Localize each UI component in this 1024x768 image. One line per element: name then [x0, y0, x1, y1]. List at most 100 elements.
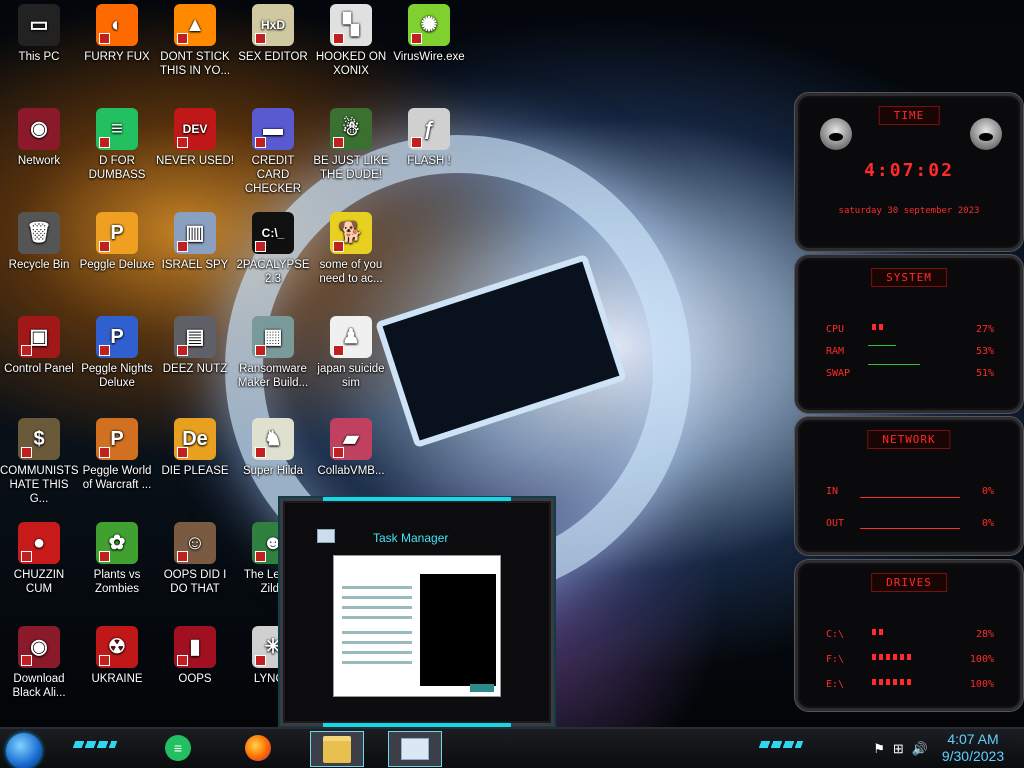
desktop-icon[interactable]: ƒ FLASH !: [390, 108, 468, 168]
taskbar-firefox-button[interactable]: [232, 731, 284, 765]
desktop-icon[interactable]: De DIE PLEASE: [156, 418, 234, 478]
desktop-icon-label: Peggle Deluxe: [79, 259, 155, 271]
network-in-pct: 0%: [981, 486, 994, 497]
desktop-icon[interactable]: P Peggle World of Warcraft ...: [78, 418, 156, 492]
desktop-icon[interactable]: ▬ CREDIT CARD CHECKER: [234, 108, 312, 196]
desktop-icon[interactable]: ☺ OOPS DID I DO THAT: [156, 522, 234, 596]
shortcut-arrow-icon: [177, 345, 188, 356]
desktop-icon-label: Peggle World of Warcraft ...: [82, 465, 152, 491]
start-button[interactable]: [6, 733, 42, 768]
shortcut-arrow-icon: [333, 33, 344, 44]
shortcut-arrow-icon: [21, 447, 32, 458]
folder-icon: [323, 735, 351, 763]
taskbar-file-explorer-button[interactable]: [310, 731, 364, 767]
desktop-icon[interactable]: ♟ japan suicide sim: [312, 316, 390, 390]
network-out-graph: [860, 528, 960, 529]
drive-e-label: E:\: [826, 679, 845, 690]
desktop-icon[interactable]: DEV NEVER USED!: [156, 108, 234, 168]
shortcut-arrow-icon: [333, 447, 344, 458]
gnome-icon: ☃: [330, 108, 372, 150]
desktop-icon[interactable]: ☃ BE JUST LIKE THE DUDE!: [312, 108, 390, 182]
desktop-icon[interactable]: ▦ Ransomware Maker Build...: [234, 316, 312, 390]
desktop-icon[interactable]: 🐕 some of you need to ac...: [312, 212, 390, 286]
ethernet-icon[interactable]: ⊞: [893, 741, 904, 757]
network-error-icon[interactable]: ⚑: [873, 741, 885, 757]
desktop-icon[interactable]: ✿ Plants vs Zombies: [78, 522, 156, 596]
peggle-icon: P: [96, 212, 138, 254]
alien-icon: ◉: [18, 626, 60, 668]
desktop-icon[interactable]: ♞ Super Hilda: [234, 418, 312, 478]
taskbar-time: 4:07 AM: [947, 731, 999, 747]
desktop-icon[interactable]: HxD SEX EDITOR: [234, 4, 312, 64]
money-bag-icon: $: [18, 418, 60, 460]
desktop-icon[interactable]: ✺ VirusWire.exe: [390, 4, 468, 64]
desktop-icon[interactable]: C:\_ 2PACALYPSE 2.3: [234, 212, 312, 286]
task-manager-thumbnail[interactable]: Task Manager: [280, 497, 554, 727]
desktop-icon-label: DEEZ NUTZ: [162, 363, 228, 375]
windows-stack-icon: ▤: [174, 316, 216, 358]
shortcut-arrow-icon: [99, 33, 110, 44]
network-in-label: IN: [826, 486, 839, 497]
shortcut-arrow-icon: [177, 447, 188, 458]
computer-icon: ▭: [18, 4, 60, 46]
shortcut-arrow-icon: [255, 655, 266, 666]
alien-head-icon: [820, 118, 852, 150]
volume-icon[interactable]: 🔊: [912, 741, 928, 757]
desktop-icon-label: Download Black Ali...: [12, 673, 66, 699]
shortcut-arrow-icon: [255, 447, 266, 458]
desktop-icon[interactable]: ● CHUZZIN CUM: [0, 522, 78, 596]
taskbar-decor: [758, 741, 804, 748]
desktop-icon-label: CHUZZIN CUM: [13, 569, 65, 595]
desktop-icon-label: some of you need to ac...: [319, 259, 383, 285]
desktop-icon[interactable]: ◐ FURRY FUX: [78, 4, 156, 64]
portrait-icon: ☺: [174, 522, 216, 564]
preview-row: [342, 661, 412, 664]
drive-c-row: C:\ 28%: [826, 629, 994, 640]
swap-pct: 51%: [975, 368, 994, 379]
time-widget: TIME 4:07:02 saturday 30 september 2023: [795, 93, 1023, 251]
shortcut-arrow-icon: [333, 137, 344, 148]
desktop-icon-label: SEX EDITOR: [238, 51, 308, 63]
desktop-icon[interactable]: ▰ CollabVMB...: [312, 418, 390, 478]
taskbar-date: 9/30/2023: [941, 748, 1005, 764]
desktop-icon[interactable]: ▭ This PC: [0, 4, 78, 64]
peggle-nights-icon: P: [96, 316, 138, 358]
taskbar-clock[interactable]: 4:07 AM 9/30/2023: [928, 731, 1018, 765]
desktop-icon[interactable]: ◉ Network: [0, 108, 78, 168]
desktop-icon[interactable]: $ COMMUNISTS HATE THIS G...: [0, 418, 79, 506]
swap-row: SWAP 51%: [826, 368, 994, 379]
desktop-icon[interactable]: ≡ D FOR DUMBASS: [78, 108, 156, 182]
desktop-icon-label: FLASH !: [407, 155, 451, 167]
desktop-icon-label: OOPS: [178, 673, 212, 685]
desktop-icon[interactable]: P Peggle Nights Deluxe: [78, 316, 156, 390]
shortcut-arrow-icon: [255, 33, 266, 44]
desktop-icon[interactable]: ▣ Control Panel: [0, 316, 78, 376]
desktop-icon[interactable]: ▤ DEEZ NUTZ: [156, 316, 234, 376]
desktop-icon[interactable]: ▚ HOOKED ON XONIX: [312, 4, 390, 78]
chat-icon: ≡: [96, 108, 138, 150]
desktop-icon-label: Peggle Nights Deluxe: [81, 363, 153, 389]
desktop-icon[interactable]: P Peggle Deluxe: [78, 212, 156, 272]
preview-end-task-button: [470, 684, 494, 692]
taskbar-task-manager-button[interactable]: [388, 731, 442, 767]
desktop-icon-label: NEVER USED!: [156, 155, 234, 167]
desktop-icon[interactable]: ◉ Download Black Ali...: [0, 626, 78, 700]
shortcut-arrow-icon: [411, 33, 422, 44]
shortcut-arrow-icon: [177, 33, 188, 44]
network-widget-title: NETWORK: [867, 430, 951, 449]
network-in-row: IN 0%: [826, 486, 994, 497]
preview-row: [342, 606, 412, 609]
desktop-icon[interactable]: ▲ DONT STICK THIS IN YO...: [156, 4, 234, 78]
desktop-icon[interactable]: 🗑 Recycle Bin: [0, 212, 78, 272]
terminal-icon: C:\_: [252, 212, 294, 254]
radiation-icon: ☢: [96, 626, 138, 668]
desktop-icon[interactable]: ▮ OOPS: [156, 626, 234, 686]
taskbar-chat-button[interactable]: ≡: [152, 731, 204, 765]
desktop-icon[interactable]: ☢ UKRAINE: [78, 626, 156, 686]
chat-icon: ≡: [165, 735, 191, 761]
task-manager-window-preview: [333, 555, 501, 697]
preview-row: [342, 586, 412, 589]
desktop-icon[interactable]: ▥ ISRAEL SPY: [156, 212, 234, 272]
drive-f-pct: 100%: [969, 654, 994, 665]
widget-date: saturday 30 september 2023: [838, 206, 980, 216]
